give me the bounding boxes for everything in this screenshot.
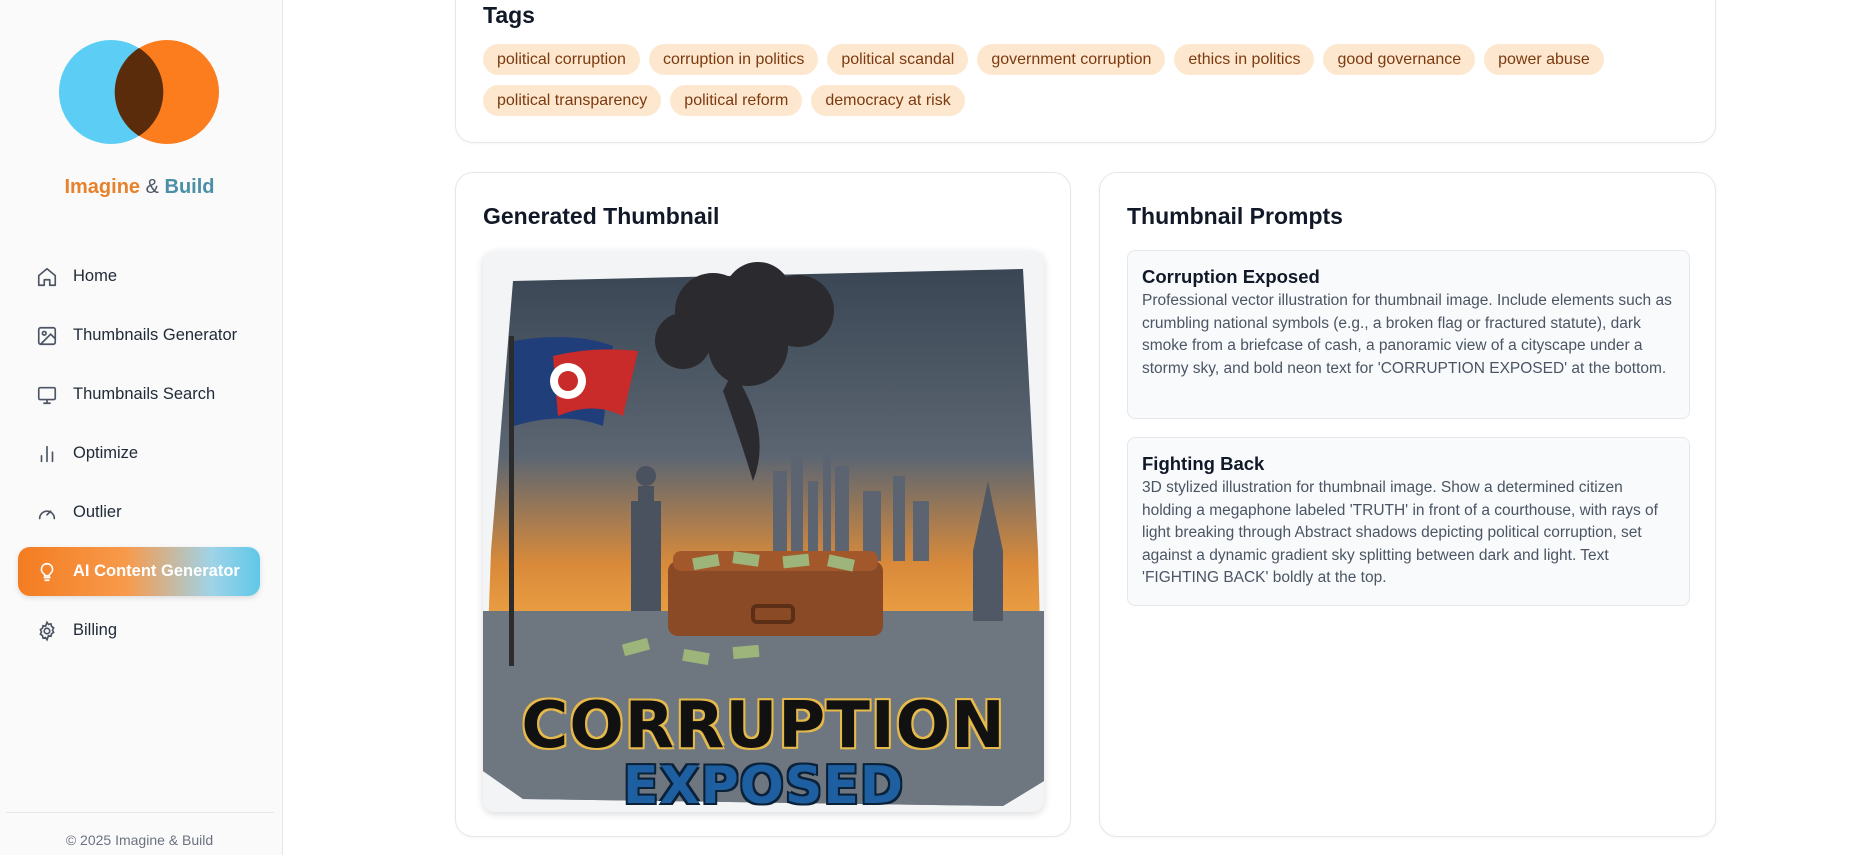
sidebar-item-label: Thumbnails Search xyxy=(73,385,216,403)
copyright-text: © 2025 Imagine & Build xyxy=(65,832,214,848)
sidebar-nav: Home Thumbnails Generator Thumbnails Sea… xyxy=(18,252,260,665)
tag-chip[interactable]: government corruption xyxy=(977,44,1166,75)
thumbnail-headline-1: CORRUPTION xyxy=(521,689,1006,763)
sidebar: Imagine & Build Home Thumbnails Generato… xyxy=(0,0,283,855)
prompt-text: Professional vector illustration for thu… xyxy=(1142,292,1672,377)
tag-chip[interactable]: political corruption xyxy=(483,44,640,75)
tag-chip[interactable]: political reform xyxy=(670,85,803,116)
thumbnail-image[interactable]: CORRUPTION EXPOSED xyxy=(483,251,1044,812)
tags-card: Tags political corruption corruption in … xyxy=(455,0,1716,143)
footer-divider xyxy=(6,812,274,813)
sidebar-item-thumbnails-generator[interactable]: Thumbnails Generator xyxy=(18,311,260,360)
sidebar-item-label: AI Content Generator xyxy=(73,562,240,580)
logo[interactable] xyxy=(58,39,220,145)
prompt-title: Fighting Back xyxy=(1142,453,1265,474)
bar-chart-icon xyxy=(36,443,58,465)
gear-icon xyxy=(36,620,58,642)
thumbnail-headline-2: EXPOSED xyxy=(622,756,905,812)
generated-thumbnail-card: Generated Thumbnail CORRUPTION EXPOSED xyxy=(455,172,1071,837)
tag-chip[interactable]: democracy at risk xyxy=(811,85,965,116)
sidebar-item-label: Outlier xyxy=(73,503,122,521)
tags-list: political corruption corruption in polit… xyxy=(483,44,1693,116)
prompt-item[interactable]: Fighting Back 3D stylized illustration f… xyxy=(1127,437,1690,606)
tag-chip[interactable]: political transparency xyxy=(483,85,662,116)
tag-chip[interactable]: good governance xyxy=(1323,44,1476,75)
thumbnail-prompts-title: Thumbnail Prompts xyxy=(1127,203,1343,229)
sidebar-item-label: Optimize xyxy=(73,444,139,462)
sidebar-item-billing[interactable]: Billing xyxy=(18,606,260,655)
prompt-title: Corruption Exposed xyxy=(1142,266,1320,287)
sidebar-item-label: Home xyxy=(73,267,118,285)
sidebar-item-outlier[interactable]: Outlier xyxy=(18,488,260,537)
tag-chip[interactable]: power abuse xyxy=(1484,44,1604,75)
sidebar-item-home[interactable]: Home xyxy=(18,252,260,301)
sidebar-item-label: Billing xyxy=(73,621,118,639)
tag-chip[interactable]: political scandal xyxy=(827,44,969,75)
thumbnail-prompts-card: Thumbnail Prompts Corruption Exposed Pro… xyxy=(1099,172,1716,837)
sidebar-item-optimize[interactable]: Optimize xyxy=(18,429,260,478)
prompt-item[interactable]: Corruption Exposed Professional vector i… xyxy=(1127,250,1690,419)
tags-title: Tags xyxy=(483,2,535,28)
monitor-icon xyxy=(36,384,58,406)
prompt-text: 3D stylized illustration for thumbnail i… xyxy=(1142,479,1658,586)
sidebar-item-label: Thumbnails Generator xyxy=(73,326,238,344)
tag-chip[interactable]: ethics in politics xyxy=(1174,44,1315,75)
sidebar-item-thumbnails-search[interactable]: Thumbnails Search xyxy=(18,370,260,419)
logo-circles-icon xyxy=(59,40,219,144)
tag-chip[interactable]: corruption in politics xyxy=(648,44,819,75)
lightbulb-icon xyxy=(36,561,58,583)
home-icon xyxy=(36,266,58,288)
generated-thumbnail-title: Generated Thumbnail xyxy=(483,203,720,229)
gauge-icon xyxy=(36,502,58,524)
image-icon xyxy=(36,325,58,347)
sidebar-item-ai-content-generator[interactable]: AI Content Generator xyxy=(18,547,260,596)
brand-name: Imagine & Build xyxy=(64,176,215,198)
